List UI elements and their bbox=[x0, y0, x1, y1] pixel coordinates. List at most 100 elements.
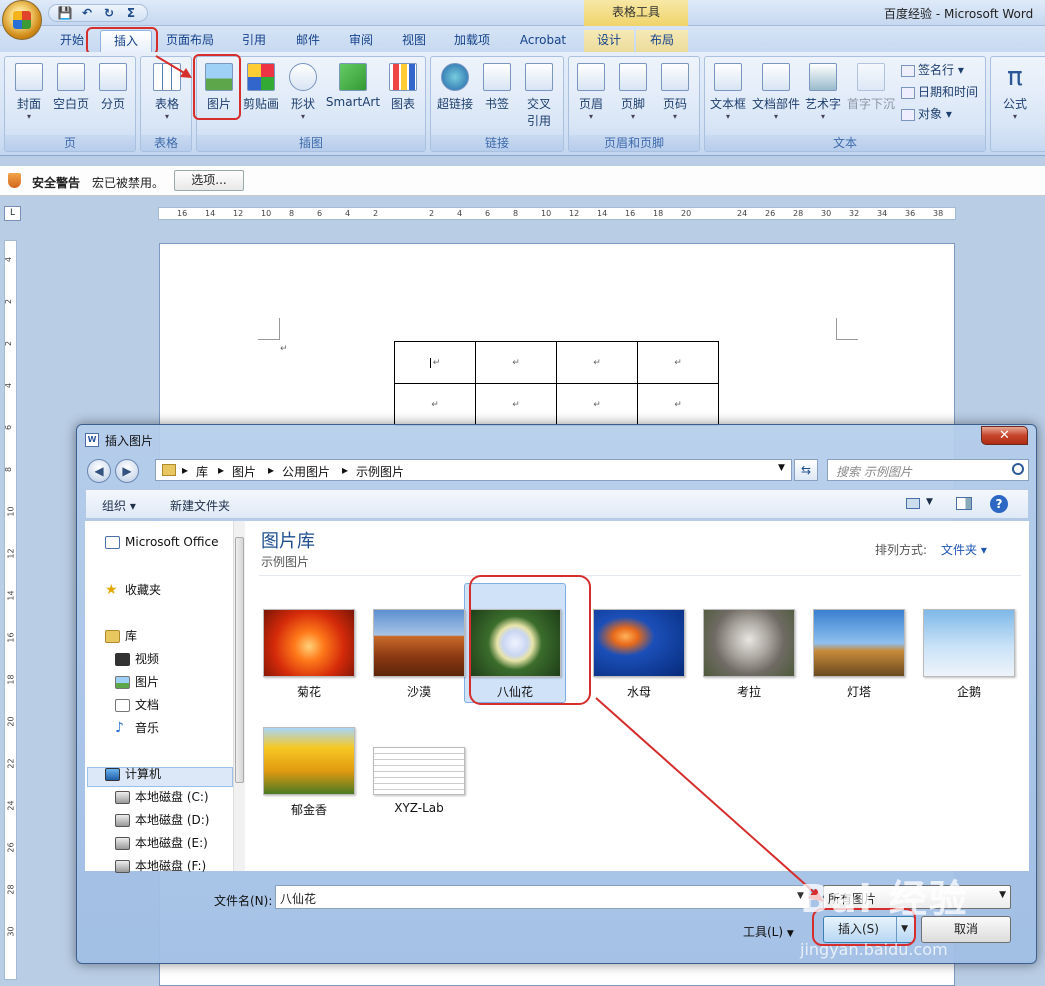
nav-item-pictures[interactable]: 图片 bbox=[115, 673, 159, 690]
nav-item-libraries[interactable]: 库 bbox=[105, 627, 137, 644]
table-cell[interactable]: ↵ bbox=[556, 341, 638, 384]
breadcrumb-item[interactable]: 公用图片 bbox=[282, 463, 330, 480]
tab-selector[interactable]: L bbox=[4, 206, 21, 221]
object-label: 对象 bbox=[918, 107, 943, 121]
save-icon[interactable]: 💾 bbox=[57, 6, 73, 20]
page-break-button[interactable]: 分页 bbox=[93, 63, 133, 112]
nav-item-documents[interactable]: 文档 bbox=[115, 696, 159, 713]
footer-button[interactable]: 页脚 ▾ bbox=[613, 63, 653, 121]
thumbnail-koala[interactable]: 考拉 bbox=[703, 609, 795, 700]
help-icon[interactable]: ? bbox=[990, 495, 1008, 513]
ruler-tick: 30 bbox=[6, 926, 16, 937]
view-dropdown-icon[interactable]: ▼ bbox=[926, 497, 933, 507]
quickparts-icon bbox=[762, 63, 790, 91]
koala-image bbox=[703, 609, 795, 677]
clipart-button[interactable]: 剪贴画 bbox=[241, 63, 281, 112]
thumbnail-xyz-lab[interactable]: XYZ-Lab bbox=[373, 727, 465, 815]
crossref-button[interactable]: 交叉 引用 bbox=[519, 63, 559, 129]
nav-item-label: 音乐 bbox=[135, 721, 160, 735]
options-button[interactable]: 选项... bbox=[174, 170, 244, 191]
nav-item-drive-d[interactable]: 本地磁盘 (D:) bbox=[115, 811, 209, 828]
tab-review[interactable]: 审阅 bbox=[343, 30, 379, 52]
tab-mailings[interactable]: 邮件 bbox=[290, 30, 326, 52]
redo-icon[interactable]: ↻ bbox=[101, 6, 117, 20]
chevron-down-icon[interactable]: ▼ bbox=[778, 463, 785, 473]
tab-addins[interactable]: 加载项 bbox=[448, 30, 496, 52]
equation-button[interactable]: π 公式 ▾ bbox=[995, 63, 1035, 121]
thumbnail-lighthouse[interactable]: 灯塔 bbox=[813, 609, 905, 700]
thumbnail-chrysanthemum[interactable]: 菊花 bbox=[263, 609, 355, 700]
blank-page-button[interactable]: 空白页 bbox=[51, 63, 91, 112]
cover-button[interactable]: 封面 ▾ bbox=[9, 63, 49, 121]
thumbnail-penguins[interactable]: 企鹅 bbox=[923, 609, 1015, 700]
chart-button[interactable]: 图表 bbox=[383, 63, 423, 112]
tab-layout[interactable]: 布局 bbox=[636, 30, 688, 52]
tools-label: 工具(L) bbox=[743, 925, 784, 939]
breadcrumb-item[interactable]: 库 bbox=[196, 463, 208, 480]
close-button[interactable]: ✕ bbox=[981, 426, 1028, 445]
table-cell[interactable]: ↵ bbox=[475, 383, 557, 426]
sum-icon[interactable]: Σ bbox=[123, 6, 139, 20]
organize-button[interactable]: 组织 ▾ bbox=[102, 497, 136, 514]
table-cell[interactable]: ↵ bbox=[475, 341, 557, 384]
dropcap-button[interactable]: 首字下沉 bbox=[845, 63, 897, 112]
nav-item-drive-c[interactable]: 本地磁盘 (C:) bbox=[115, 788, 209, 805]
shapes-button[interactable]: 形状 ▾ bbox=[283, 63, 323, 121]
nav-item-office[interactable]: Microsoft Office bbox=[105, 535, 218, 549]
nav-item-drive-f[interactable]: 本地磁盘 (F:) bbox=[115, 857, 206, 874]
table-cell[interactable]: ↵ bbox=[394, 341, 476, 384]
header-icon bbox=[577, 63, 605, 91]
tab-references[interactable]: 引用 bbox=[236, 30, 272, 52]
preview-pane-icon[interactable] bbox=[956, 497, 972, 510]
group-header-footer: 页眉 ▾ 页脚 ▾ 页码 ▾ 页眉和页脚 bbox=[568, 56, 700, 152]
table-cell[interactable]: ↵ bbox=[637, 341, 719, 384]
table-cell[interactable]: ↵ bbox=[394, 383, 476, 426]
smartart-button[interactable]: SmartArt bbox=[325, 63, 381, 109]
datetime-button[interactable]: 日期和时间 bbox=[901, 83, 978, 100]
thumbnail-jellyfish[interactable]: 水母 bbox=[593, 609, 685, 700]
tools-button[interactable]: 工具(L) ▼ bbox=[743, 923, 794, 940]
table-cell[interactable]: ↵ bbox=[556, 383, 638, 426]
view-icon[interactable] bbox=[906, 498, 920, 509]
refresh-button[interactable]: ⇆ bbox=[794, 459, 818, 481]
signature-line-button[interactable]: 签名行 ▾ bbox=[901, 61, 964, 78]
nav-item-favorites[interactable]: ★ 收藏夹 bbox=[105, 581, 161, 598]
document-table[interactable]: ↵ ↵ ↵ ↵ ↵ ↵ ↵ ↵ bbox=[394, 341, 719, 426]
search-placeholder: 搜索 示例图片 bbox=[836, 465, 912, 479]
thumbnail-tulips[interactable]: 郁金香 bbox=[263, 727, 355, 818]
new-folder-button[interactable]: 新建文件夹 bbox=[170, 497, 230, 514]
wordart-button[interactable]: 艺术字 ▾ bbox=[803, 63, 843, 121]
tab-page-layout[interactable]: 页面布局 bbox=[160, 30, 220, 52]
jellyfish-image bbox=[593, 609, 685, 677]
hyperlink-button[interactable]: 超链接 bbox=[433, 63, 477, 112]
object-button[interactable]: 对象 ▾ bbox=[901, 105, 952, 122]
search-input[interactable]: 搜索 示例图片 bbox=[827, 459, 1029, 481]
table-cell[interactable]: ↵ bbox=[637, 383, 719, 426]
tab-design[interactable]: 设计 bbox=[584, 30, 634, 52]
group-links: 超链接 书签 交叉 引用 链接 bbox=[430, 56, 564, 152]
nav-item-music[interactable]: ♪ 音乐 bbox=[115, 719, 159, 736]
vertical-ruler[interactable]: 4 2 2 4 6 8 10 12 14 16 18 20 22 24 26 28 30 bbox=[4, 240, 17, 980]
horizontal-ruler[interactable]: 16 14 12 10 8 6 4 2 2 4 6 8 10 12 14 16 18 20 24 26 28 30 32 34… bbox=[158, 207, 956, 220]
address-bar[interactable]: ▸ 库 ▸ 图片 ▸ 公用图片 ▸ 示例图片 ▼ bbox=[155, 459, 792, 481]
quickparts-button[interactable]: 文档部件 ▾ bbox=[751, 63, 801, 121]
video-icon bbox=[115, 653, 130, 666]
thumbnail-desert[interactable]: 沙漠 bbox=[373, 609, 465, 700]
textbox-button[interactable]: 文本框 ▾ bbox=[707, 63, 749, 121]
page-number-button[interactable]: 页码 ▾ bbox=[655, 63, 695, 121]
forward-button[interactable]: ▶ bbox=[115, 459, 139, 483]
tab-acrobat[interactable]: Acrobat bbox=[512, 30, 574, 52]
header-button[interactable]: 页眉 ▾ bbox=[571, 63, 611, 121]
tab-view[interactable]: 视图 bbox=[396, 30, 432, 52]
nav-item-drive-e[interactable]: 本地磁盘 (E:) bbox=[115, 834, 208, 851]
breadcrumb-item[interactable]: 图片 bbox=[232, 463, 256, 480]
office-button[interactable] bbox=[2, 0, 42, 40]
breadcrumb-item[interactable]: 示例图片 bbox=[356, 463, 404, 480]
back-button[interactable]: ◀ bbox=[87, 459, 111, 483]
bookmark-button[interactable]: 书签 bbox=[479, 63, 515, 112]
sort-dropdown[interactable]: 文件夹 ▾ bbox=[941, 541, 987, 558]
nav-item-videos[interactable]: 视频 bbox=[115, 650, 159, 667]
undo-icon[interactable]: ↶ bbox=[79, 6, 95, 20]
nav-item-computer[interactable]: 计算机 bbox=[105, 765, 161, 782]
nav-scrollbar-thumb[interactable] bbox=[235, 537, 244, 783]
